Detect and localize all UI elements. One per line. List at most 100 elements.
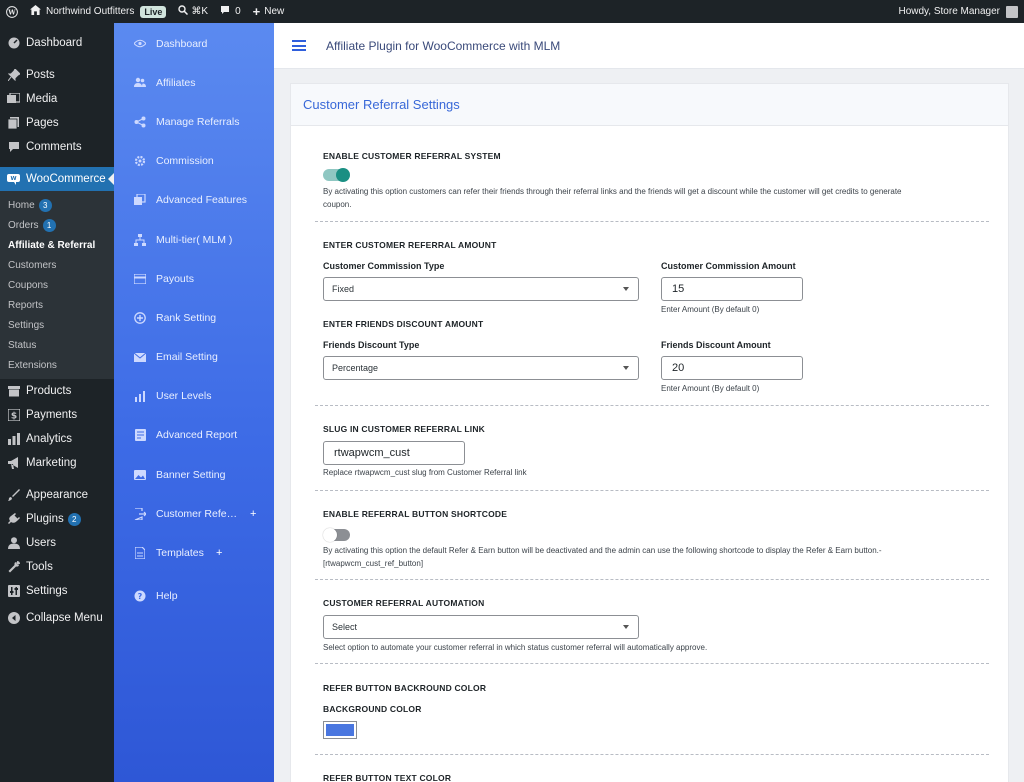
discount-amount-input[interactable]: 20 xyxy=(661,356,803,380)
menu-plugins[interactable]: Plugins 2 xyxy=(0,507,114,531)
slug-input[interactable]: rtwapwcm_cust xyxy=(323,441,465,465)
menu-appearance[interactable]: Appearance xyxy=(0,483,114,507)
plugin-header: Affiliate Plugin for WooCommerce with ML… xyxy=(274,23,1024,69)
plugin-nav-multi-tier-mlm[interactable]: Multi-tier( MLM ) xyxy=(114,220,274,259)
submenu-coupons[interactable]: Coupons xyxy=(0,275,114,295)
bars-icon xyxy=(134,390,146,403)
live-badge: Live xyxy=(140,5,167,18)
submenu-label: Orders xyxy=(8,219,39,231)
submenu-label: Coupons xyxy=(8,279,49,291)
discount-type-select[interactable]: Percentage xyxy=(323,356,639,380)
plugin-nav-dashboard[interactable]: Dashboard xyxy=(114,24,274,63)
help-icon: ? xyxy=(134,590,146,602)
brush-icon xyxy=(7,489,20,502)
expand-plus-icon[interactable]: + xyxy=(216,547,222,559)
submenu-affiliate[interactable]: Affiliate & Referral xyxy=(0,235,114,255)
menu-pages[interactable]: Pages xyxy=(0,111,114,135)
dollar-icon: $ xyxy=(7,409,20,422)
plugin-nav-label: Dashboard xyxy=(156,37,208,50)
section-label: ENABLE CUSTOMER REFERRAL SYSTEM xyxy=(323,151,501,161)
wordpress-logo-icon[interactable]: W xyxy=(0,0,24,23)
eye-icon xyxy=(134,38,146,50)
share-icon xyxy=(134,116,146,128)
menu-label: Products xyxy=(26,385,72,397)
plugin-nav-templates[interactable]: Templates + xyxy=(114,533,274,572)
menu-settings[interactable]: Settings xyxy=(0,579,114,603)
mail-icon xyxy=(134,351,146,363)
plugin-nav-label: Banner Setting xyxy=(156,468,226,481)
submenu-label: Home xyxy=(8,199,35,211)
plugin-nav-commission[interactable]: Commission xyxy=(114,142,274,181)
command-palette-button[interactable]: ⌘K xyxy=(172,0,214,23)
section-label: CUSTOMER REFERRAL AUTOMATION xyxy=(323,598,485,608)
account-menu[interactable]: Howdy, Store Manager xyxy=(898,0,1018,23)
submenu-extensions[interactable]: Extensions xyxy=(0,355,114,375)
menu-media[interactable]: Media xyxy=(0,87,114,111)
admin-menu: Dashboard Posts Media Pages Comments W W… xyxy=(0,23,114,782)
menu-analytics[interactable]: Analytics xyxy=(0,427,114,451)
plugin-nav-manage-referrals[interactable]: Manage Referrals xyxy=(114,102,274,141)
plugin-nav-help[interactable]: ? Help xyxy=(114,577,274,616)
section-label: SLUG IN CUSTOMER REFERRAL LINK xyxy=(323,424,485,434)
comments-link[interactable]: 0 xyxy=(214,0,247,23)
menu-label: Comments xyxy=(26,141,82,153)
plugin-nav-rank-setting[interactable]: Rank Setting xyxy=(114,298,274,337)
submenu-home[interactable]: Home 3 xyxy=(0,195,114,215)
plugin-nav-customer-refe[interactable]: Customer Refe… + xyxy=(114,494,274,533)
submenu-customers[interactable]: Customers xyxy=(0,255,114,275)
hamburger-menu-icon[interactable] xyxy=(292,40,306,51)
automation-select[interactable]: Select xyxy=(323,615,639,639)
plugin-title: Affiliate Plugin for WooCommerce with ML… xyxy=(326,38,561,53)
plugin-nav-user-levels[interactable]: User Levels xyxy=(114,377,274,416)
plugin-nav-affiliates[interactable]: Affiliates xyxy=(114,63,274,102)
menu-marketing[interactable]: Marketing xyxy=(0,451,114,475)
menu-comments[interactable]: Comments xyxy=(0,135,114,159)
submenu-status[interactable]: Status xyxy=(0,335,114,355)
enable-referral-toggle[interactable] xyxy=(323,168,350,182)
menu-posts[interactable]: Posts xyxy=(0,63,114,87)
shortcode-toggle[interactable] xyxy=(323,528,350,542)
menu-label: Settings xyxy=(26,585,68,597)
media-icon xyxy=(7,93,20,106)
layers-icon xyxy=(134,194,146,206)
new-content-button[interactable]: + New xyxy=(247,0,291,23)
plugin-nav-payouts[interactable]: Payouts xyxy=(114,259,274,298)
field-label: Customer Commission Amount xyxy=(661,261,796,271)
menu-woocommerce[interactable]: W WooCommerce xyxy=(0,167,114,191)
field-hint: Enter Amount (By default 0) xyxy=(661,305,760,314)
menu-users[interactable]: Users xyxy=(0,531,114,555)
submenu-reports[interactable]: Reports xyxy=(0,295,114,315)
plugin-nav-advanced-report[interactable]: Advanced Report xyxy=(114,416,274,455)
plugin-nav-banner-setting[interactable]: Banner Setting xyxy=(114,455,274,494)
plugin-nav-label: Payouts xyxy=(156,272,194,285)
users-icon xyxy=(134,77,146,89)
submenu-orders[interactable]: Orders 1 xyxy=(0,215,114,235)
collapse-menu-button[interactable]: Collapse Menu xyxy=(0,606,114,630)
submenu-settings[interactable]: Settings xyxy=(0,315,114,335)
background-color-swatch[interactable] xyxy=(323,721,357,739)
doc-icon xyxy=(134,547,146,560)
new-label: New xyxy=(264,6,285,17)
menu-products[interactable]: Products xyxy=(0,379,114,403)
avatar xyxy=(1006,5,1018,18)
commission-type-select[interactable]: Fixed xyxy=(323,277,639,301)
menu-tools[interactable]: Tools xyxy=(0,555,114,579)
plugin-nav-advanced-features[interactable]: Advanced Features xyxy=(114,181,274,220)
plus-circle-icon xyxy=(134,312,146,324)
chevron-down-icon xyxy=(623,366,629,370)
door-icon xyxy=(134,507,146,520)
plugin-nav-email-setting[interactable]: Email Setting xyxy=(114,338,274,377)
report-icon xyxy=(134,429,146,442)
plugin-nav-label: Rank Setting xyxy=(156,311,217,324)
description-line: coupon. xyxy=(323,200,352,209)
section-label: ENABLE REFERRAL BUTTON SHORTCODE xyxy=(323,509,508,519)
expand-plus-icon[interactable]: + xyxy=(250,508,256,520)
pages-icon xyxy=(7,117,20,130)
commission-amount-input[interactable]: 15 xyxy=(661,277,803,301)
menu-dashboard[interactable]: Dashboard xyxy=(0,31,114,55)
menu-payments[interactable]: $ Payments xyxy=(0,403,114,427)
site-name: Northwind Outfitters xyxy=(46,6,135,17)
plugin-nav-label: Email Setting xyxy=(156,351,218,364)
woocommerce-submenu: Home 3 Orders 1 Affiliate & Referral Custo… xyxy=(0,191,114,379)
site-name-link[interactable]: Northwind Outfitters Live xyxy=(24,0,172,23)
